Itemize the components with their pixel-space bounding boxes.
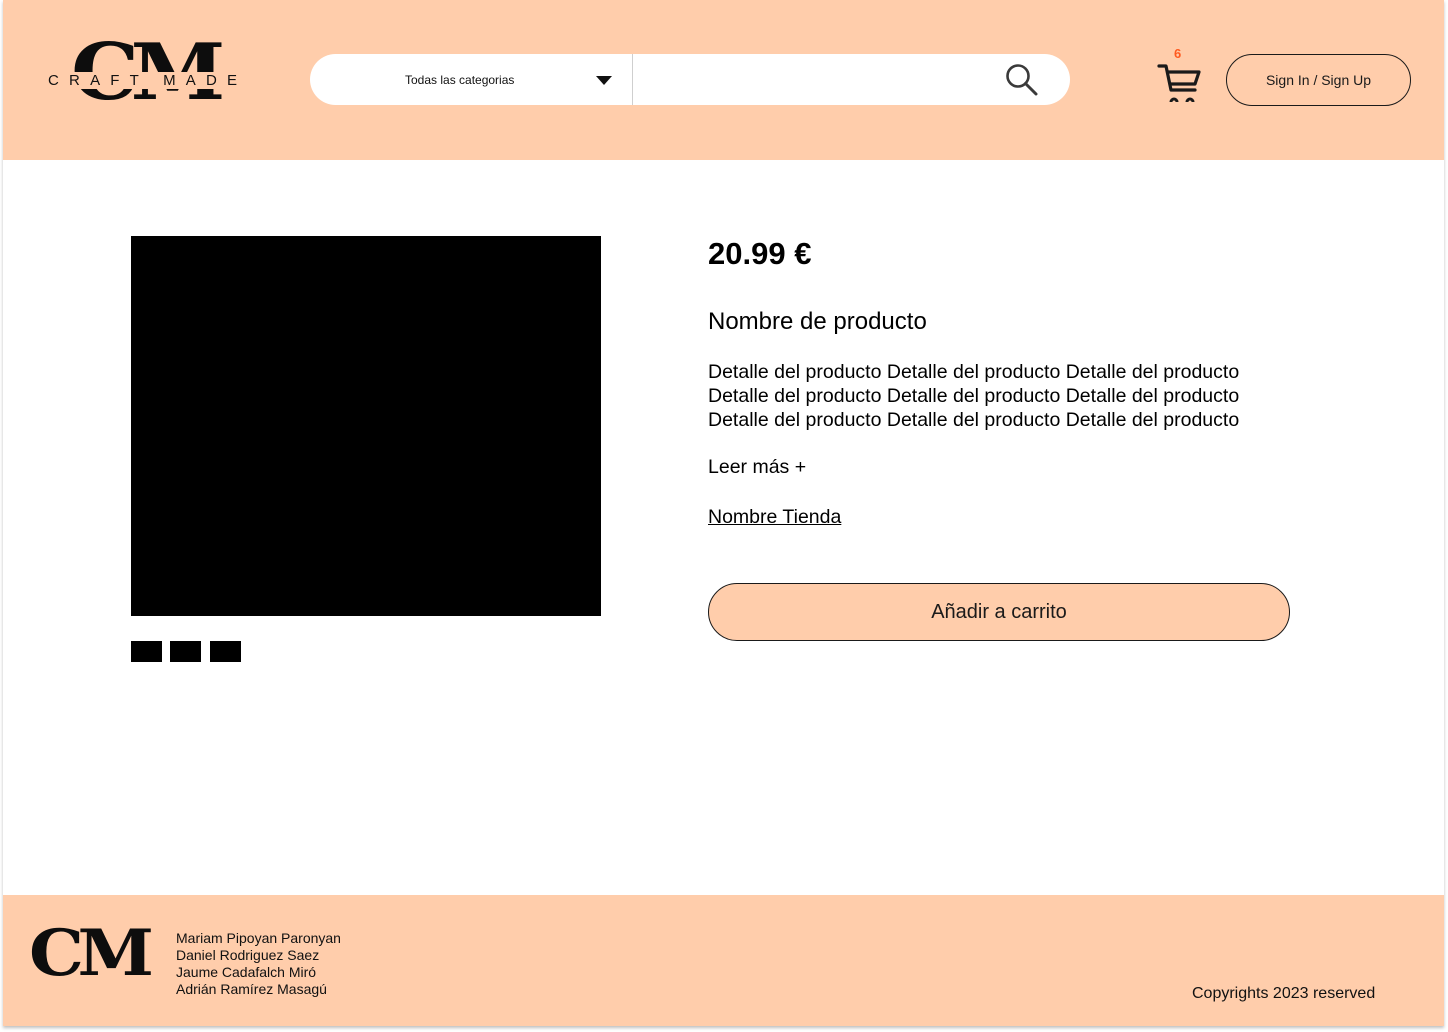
author-name: Jaume Cadafalch Miró bbox=[176, 964, 317, 980]
product-main-image bbox=[131, 236, 601, 616]
author-name: Daniel Rodriguez Saez bbox=[176, 947, 320, 963]
caret-down-icon bbox=[596, 76, 612, 85]
product-thumbnail[interactable] bbox=[131, 641, 162, 662]
footer-authors: Mariam Pipoyan Paronyan Daniel Rodriguez… bbox=[176, 930, 341, 998]
logo-wordmark: CRAFT MADE bbox=[47, 72, 249, 89]
search-input[interactable] bbox=[640, 62, 990, 97]
site-footer: CM Mariam Pipoyan Paronyan Daniel Rodrig… bbox=[3, 895, 1444, 1026]
store-name-link[interactable]: Nombre Tienda bbox=[708, 506, 841, 529]
read-more-link[interactable]: Leer más + bbox=[708, 456, 806, 479]
add-to-cart-button[interactable]: Añadir a carrito bbox=[708, 583, 1290, 641]
product-thumbnail[interactable] bbox=[170, 641, 201, 662]
search-icon[interactable] bbox=[1004, 62, 1040, 98]
product-thumbnail[interactable] bbox=[210, 641, 241, 662]
sign-in-button[interactable]: Sign In / Sign Up bbox=[1226, 54, 1411, 106]
product-detail-line: Detalle del producto Detalle del product… bbox=[708, 361, 1240, 383]
product-detail: Detalle del producto Detalle del product… bbox=[708, 360, 1308, 432]
search-divider bbox=[632, 54, 633, 105]
product-detail-line: Detalle del producto Detalle del product… bbox=[708, 385, 1240, 407]
category-select[interactable]: Todas las categorias bbox=[310, 54, 632, 105]
product-price: 20.99 € bbox=[708, 236, 812, 271]
author-name: Mariam Pipoyan Paronyan bbox=[176, 930, 341, 946]
search-bar: Todas las categorias bbox=[310, 54, 1070, 105]
footer-logo[interactable]: CM bbox=[29, 917, 154, 991]
author-name: Adrián Ramírez Masagú bbox=[176, 981, 327, 997]
product-name: Nombre de producto bbox=[708, 308, 927, 335]
copyright-text: Copyrights 2023 reserved bbox=[1192, 985, 1376, 1002]
cart-icon[interactable] bbox=[1157, 60, 1203, 104]
product-detail-line: Detalle del producto Detalle del product… bbox=[708, 409, 1240, 431]
cart-count-badge: 6 bbox=[1174, 46, 1182, 61]
site-logo[interactable]: CM CRAFT MADE bbox=[47, 30, 249, 116]
category-select-label: Todas las categorias bbox=[405, 73, 515, 87]
site-header: CM CRAFT MADE Todas las categorias 6 Sig… bbox=[3, 0, 1444, 160]
